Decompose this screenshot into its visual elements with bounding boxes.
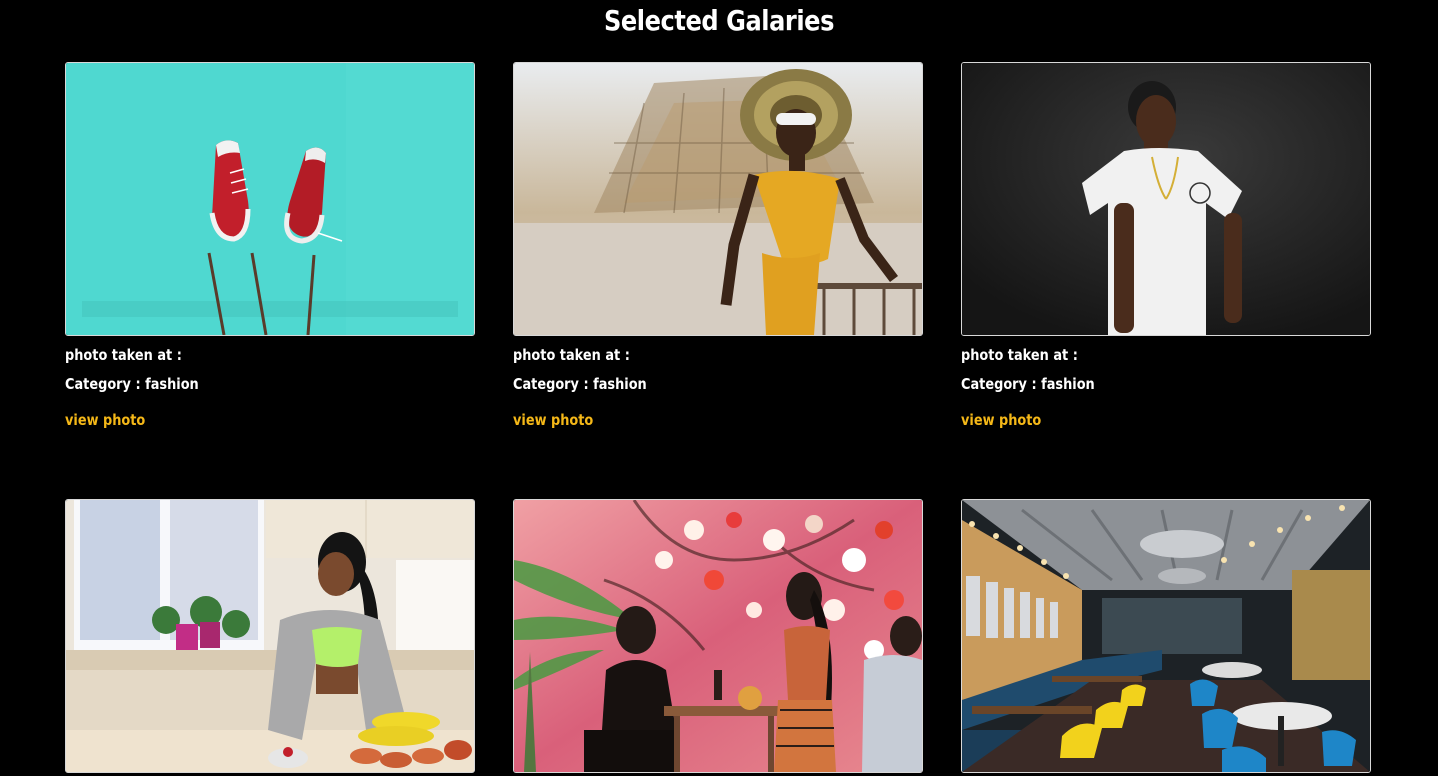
gallery-card	[65, 499, 475, 773]
yellow-dress-image	[514, 63, 922, 335]
gallery-photo-floral-mural[interactable]	[513, 499, 923, 773]
category-label: Category : fashion	[65, 375, 199, 393]
restaurant-image	[962, 500, 1370, 772]
photo-taken-label: photo taken at :	[65, 346, 182, 364]
view-photo-link[interactable]: view photo	[513, 410, 593, 430]
category-label: Category : fashion	[513, 375, 647, 393]
gallery-photo-restaurant[interactable]	[961, 499, 1371, 773]
photo-taken-label: photo taken at :	[961, 346, 1078, 364]
page-title: Selected Galaries	[603, 4, 834, 37]
gallery-photo-kitchen[interactable]	[65, 499, 475, 773]
gallery-card: photo taken at : Category : fashion view…	[961, 62, 1371, 430]
gallery-card: photo taken at : Category : fashion view…	[513, 62, 923, 430]
category-label: Category : fashion	[961, 375, 1095, 393]
floral-mural-image	[514, 500, 922, 772]
gallery-photo-yellow-dress[interactable]	[513, 62, 923, 336]
gallery-photo-white-tee[interactable]	[961, 62, 1371, 336]
gallery-card	[513, 499, 923, 773]
kitchen-image	[66, 500, 474, 772]
sneakers-image	[66, 63, 474, 335]
photo-taken-label: photo taken at :	[513, 346, 630, 364]
gallery-page: Selected Galaries photo taken at: Categ…	[0, 0, 1438, 776]
white-tee-image	[962, 63, 1370, 335]
view-photo-link[interactable]: view photo	[65, 410, 145, 430]
gallery-card: photo taken at : Category : fashion view…	[65, 62, 475, 430]
gallery-card	[961, 499, 1371, 773]
gallery-photo-sneakers[interactable]	[65, 62, 475, 336]
view-photo-link[interactable]: view photo	[961, 410, 1041, 430]
